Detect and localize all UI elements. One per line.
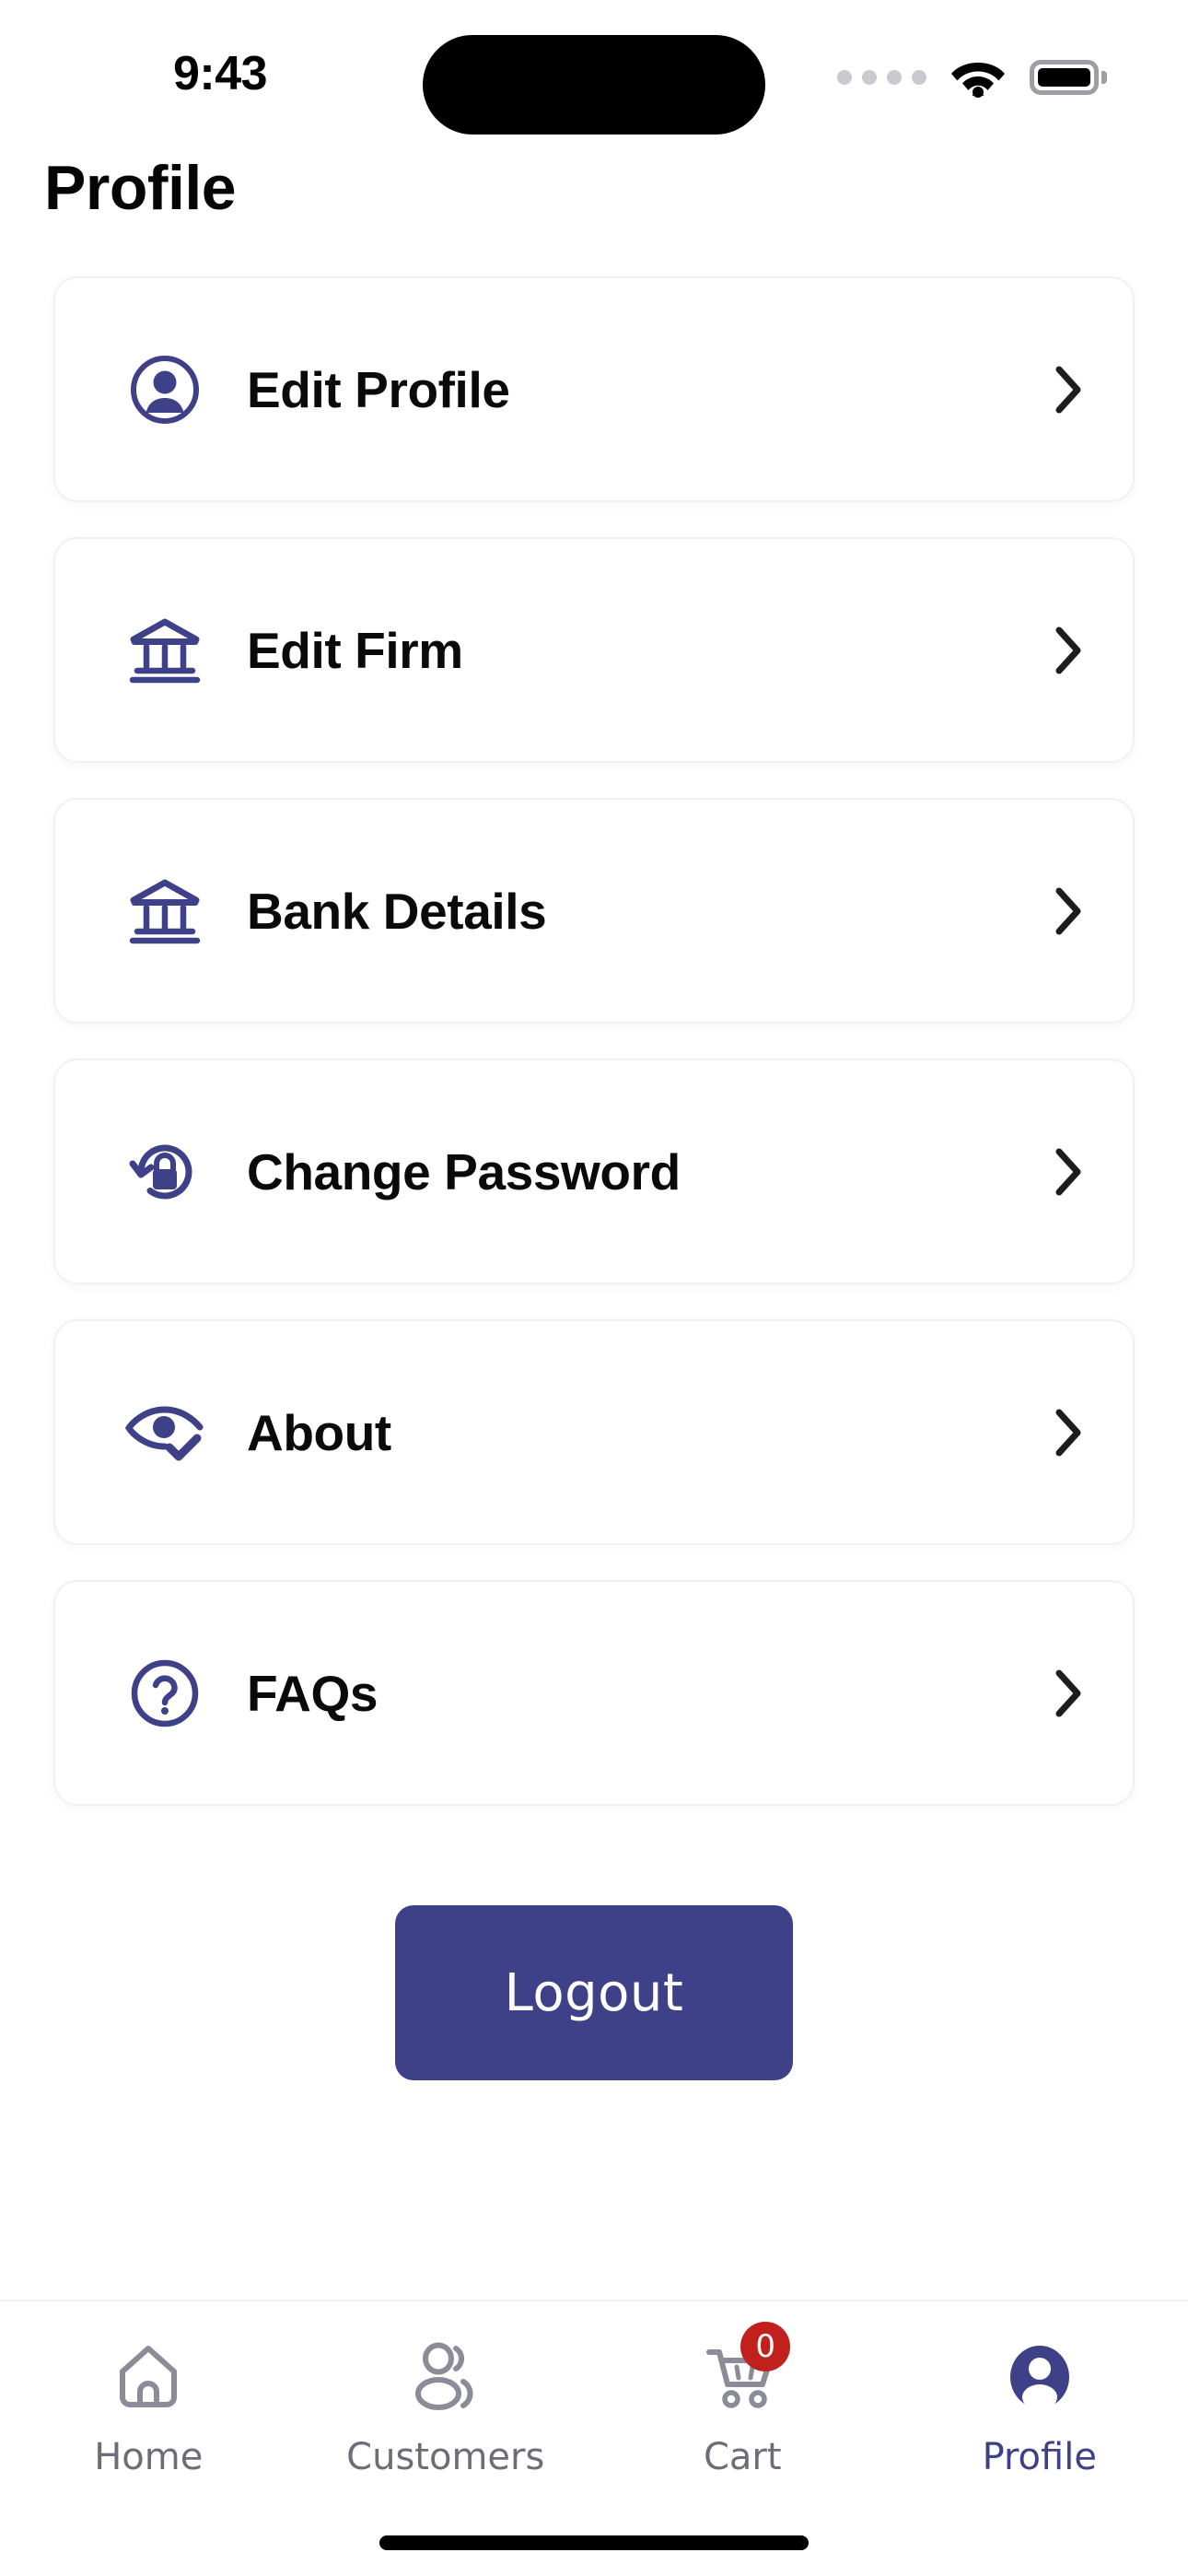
person-icon (996, 2333, 1084, 2421)
app-screen: 9:43 Profile Edit Profile Edit Firm Bank… (0, 0, 1188, 2576)
cart-badge: 0 (740, 2322, 791, 2371)
tab-label: Customers (346, 2436, 545, 2478)
bank-icon (125, 872, 204, 951)
tab-profile[interactable]: Profile (891, 2333, 1188, 2576)
tab-home[interactable]: Home (0, 2333, 297, 2576)
home-icon (104, 2333, 192, 2421)
menu-item-faqs[interactable]: FAQs (53, 1580, 1135, 1806)
tab-label: Home (94, 2436, 204, 2478)
eye-check-icon (125, 1393, 204, 1472)
chevron-right-icon (1050, 884, 1087, 938)
status-bar: 9:43 (0, 0, 1188, 147)
menu-item-label: About (247, 1403, 391, 1461)
menu-item-change-password[interactable]: Change Password (53, 1059, 1135, 1284)
page-title: Profile (44, 153, 237, 223)
wifi-icon (951, 63, 1005, 98)
chevron-right-icon (1050, 363, 1087, 416)
chevron-right-icon (1050, 1667, 1087, 1720)
reset-lock-icon (125, 1132, 204, 1212)
user-circle-icon (125, 350, 204, 429)
logout-button[interactable]: Logout (395, 1905, 793, 2080)
menu-item-edit-firm[interactable]: Edit Firm (53, 537, 1135, 763)
question-circle-icon (125, 1654, 204, 1733)
menu-item-edit-profile[interactable]: Edit Profile (53, 276, 1135, 502)
home-indicator (379, 2535, 809, 2550)
menu-item-about[interactable]: About (53, 1319, 1135, 1545)
menu-item-label: Edit Profile (247, 360, 510, 418)
tab-label: Profile (982, 2436, 1097, 2478)
chevron-right-icon (1050, 1406, 1087, 1459)
cart-icon: 0 (698, 2322, 791, 2421)
status-time: 9:43 (173, 47, 268, 100)
battery-full-icon (1030, 60, 1107, 95)
menu-item-label: FAQs (247, 1664, 379, 1722)
profile-menu-list: Edit Profile Edit Firm Bank Details Chan… (0, 276, 1188, 1806)
bank-icon (125, 611, 204, 690)
chevron-right-icon (1050, 624, 1087, 677)
tab-label: Cart (703, 2436, 782, 2478)
dynamic-island (423, 35, 765, 135)
signal-dots-icon (837, 70, 926, 85)
chevron-right-icon (1050, 1145, 1087, 1199)
bottom-tab-bar: Home Customers 0 Cart Profile (0, 2300, 1188, 2576)
menu-item-label: Change Password (247, 1142, 681, 1200)
menu-item-bank-details[interactable]: Bank Details (53, 798, 1135, 1024)
logout-section: Logout (0, 1905, 1188, 2080)
users-icon (402, 2333, 490, 2421)
status-indicators (837, 57, 1107, 98)
menu-item-label: Edit Firm (247, 621, 463, 679)
menu-item-label: Bank Details (247, 882, 547, 940)
